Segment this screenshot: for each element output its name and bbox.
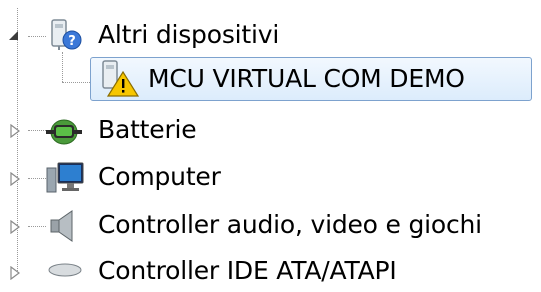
tree-item-label: Controller audio, video e giochi xyxy=(98,210,482,239)
collapsed-triangle-icon[interactable] xyxy=(10,266,22,280)
device-tree: ? Altri dispositivi MCU VIRTUAL COM DEMO… xyxy=(0,0,541,285)
tree-item-computer[interactable]: Computer xyxy=(0,158,320,198)
tree-item-batterie[interactable]: Batterie xyxy=(0,110,320,150)
battery-icon xyxy=(46,119,82,145)
tree-item-label: MCU VIRTUAL COM DEMO xyxy=(148,64,465,93)
collapsed-triangle-icon[interactable] xyxy=(10,172,22,186)
speaker-icon xyxy=(50,210,73,242)
tree-item-label: Controller IDE ATA/ATAPI xyxy=(98,256,397,285)
unknown-device-icon: ? xyxy=(51,19,82,50)
warning-device-icon xyxy=(102,60,140,97)
expanded-triangle-icon[interactable] xyxy=(8,30,20,42)
tree-connector xyxy=(62,52,63,82)
svg-text:?: ? xyxy=(68,34,76,49)
computer-icon xyxy=(46,162,84,193)
tree-item-controller-ide[interactable]: Controller IDE ATA/ATAPI xyxy=(0,252,541,292)
collapsed-triangle-icon[interactable] xyxy=(10,124,22,138)
ide-controller-icon xyxy=(48,263,82,277)
tree-item-label: Batterie xyxy=(98,115,197,144)
collapsed-triangle-icon[interactable] xyxy=(10,220,22,234)
tree-item-controller-audio-video-giochi[interactable]: Controller audio, video e giochi xyxy=(0,206,541,246)
tree-item-mcu-virtual-com-demo[interactable]: MCU VIRTUAL COM DEMO xyxy=(90,59,532,99)
tree-item-altri-dispositivi[interactable]: ? Altri dispositivi xyxy=(0,16,320,56)
tree-item-label: Computer xyxy=(98,162,221,191)
tree-item-label: Altri dispositivi xyxy=(98,20,280,49)
